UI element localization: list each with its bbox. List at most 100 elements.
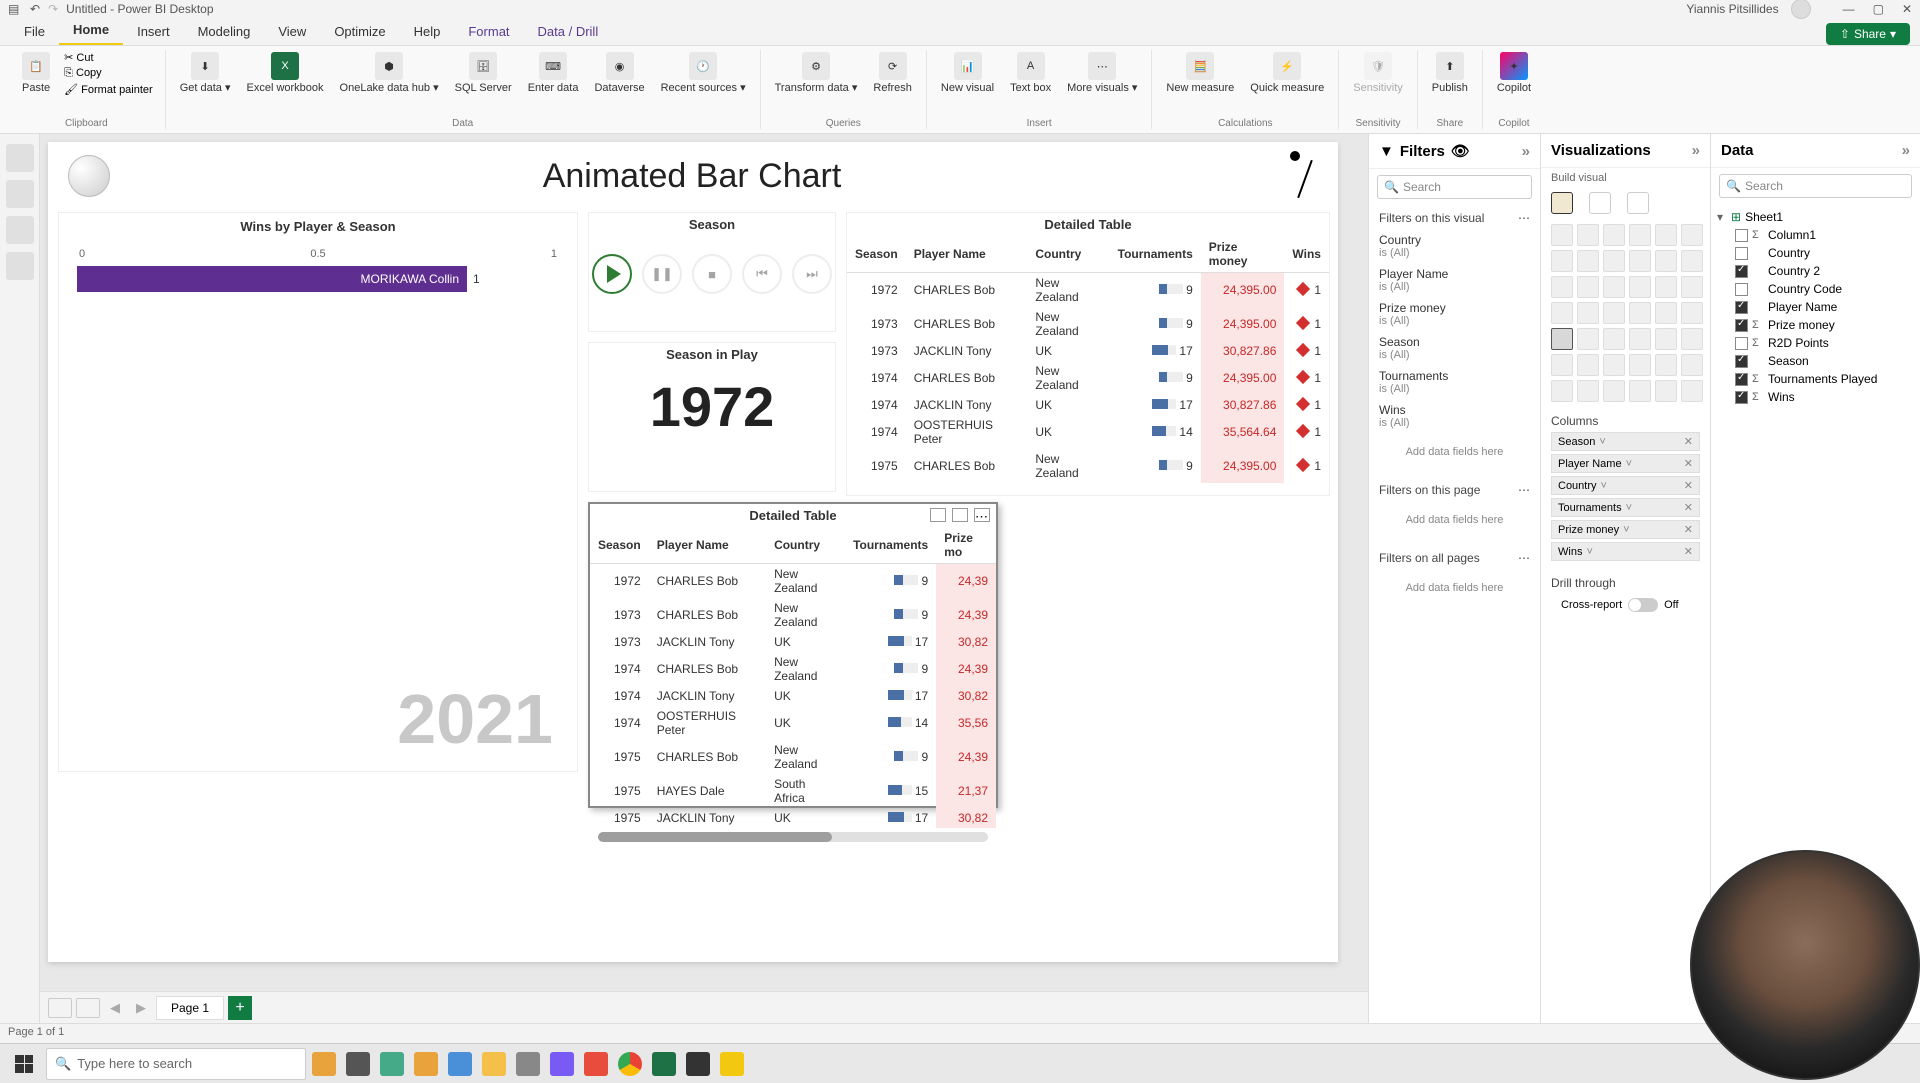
- text-box-button[interactable]: AText box: [1004, 50, 1057, 96]
- table-row[interactable]: 1973CHARLES BobNew Zealand 924,39: [590, 598, 996, 632]
- add-filter-visual[interactable]: Add data fields here: [1379, 433, 1530, 471]
- viz-type-icon[interactable]: [1655, 354, 1677, 376]
- start-button[interactable]: [4, 1048, 44, 1080]
- build-mode-icon[interactable]: [1551, 192, 1573, 214]
- viz-type-icon[interactable]: [1603, 354, 1625, 376]
- task-app-4[interactable]: [444, 1048, 476, 1080]
- close-icon[interactable]: ✕: [1902, 2, 1912, 16]
- viz-type-icon[interactable]: [1681, 380, 1703, 402]
- pause-button[interactable]: ❚❚: [642, 254, 682, 294]
- desktop-layout-icon[interactable]: [48, 998, 72, 1018]
- viz-type-icon[interactable]: [1681, 328, 1703, 350]
- viz-type-icon[interactable]: [1655, 328, 1677, 350]
- onelake-button[interactable]: ⬢OneLake data hub ▾: [334, 50, 445, 96]
- analytics-mode-icon[interactable]: [1627, 192, 1649, 214]
- field-item[interactable]: Country Code: [1717, 280, 1914, 298]
- table-header[interactable]: Season: [590, 527, 649, 564]
- viz-type-icon[interactable]: [1551, 328, 1573, 350]
- table-header[interactable]: Prize money: [1201, 236, 1285, 273]
- add-filter-all[interactable]: Add data fields here: [1379, 569, 1530, 607]
- dax-view-icon[interactable]: [6, 252, 34, 280]
- format-painter-button[interactable]: 🖌 Format painter: [60, 82, 157, 97]
- collapse-viz-icon[interactable]: »: [1692, 142, 1700, 159]
- task-app-2[interactable]: [376, 1048, 408, 1080]
- viz-type-icon[interactable]: [1655, 302, 1677, 324]
- task-app-1[interactable]: [308, 1048, 340, 1080]
- task-app-8[interactable]: [682, 1048, 714, 1080]
- table-row[interactable]: 1975JACKLIN TonyUK 1730,82: [590, 808, 996, 828]
- season-visual[interactable]: Season ❚❚ ■ ⏮ ⏭: [588, 212, 836, 332]
- play-button[interactable]: [592, 254, 632, 294]
- table-row[interactable]: 1973CHARLES BobNew Zealand 924,395.00 1: [847, 307, 1329, 341]
- stop-button[interactable]: ■: [692, 254, 732, 294]
- file-explorer-icon[interactable]: [478, 1048, 510, 1080]
- field-checkbox[interactable]: [1735, 229, 1748, 242]
- viz-type-icon[interactable]: [1603, 224, 1625, 246]
- viz-type-icon[interactable]: [1551, 302, 1573, 324]
- field-checkbox[interactable]: [1735, 337, 1748, 350]
- chrome-icon[interactable]: [614, 1048, 646, 1080]
- table-row[interactable]: 1972CHARLES BobNew Zealand 924,395.00 1: [847, 273, 1329, 308]
- field-pill[interactable]: Country˅✕: [1551, 476, 1700, 495]
- filter-card[interactable]: Tournamentsis (All): [1379, 365, 1530, 399]
- viz-type-icon[interactable]: [1629, 224, 1651, 246]
- viz-type-icon[interactable]: [1603, 302, 1625, 324]
- table-header[interactable]: Prize mo: [936, 527, 996, 564]
- filter-card[interactable]: Winsis (All): [1379, 399, 1530, 433]
- table-header[interactable]: Season: [847, 236, 906, 273]
- field-item[interactable]: ΣWins: [1717, 388, 1914, 406]
- table-node[interactable]: ▾⊞Sheet1: [1717, 208, 1914, 226]
- viz-type-icon[interactable]: [1681, 302, 1703, 324]
- paste-button[interactable]: 📋Paste: [16, 50, 56, 96]
- user-avatar[interactable]: [1791, 0, 1811, 19]
- refresh-button[interactable]: ⟳Refresh: [867, 50, 918, 96]
- cut-button[interactable]: ✂ Cut: [60, 50, 157, 65]
- field-pill[interactable]: Prize money˅✕: [1551, 520, 1700, 539]
- viz-type-icon[interactable]: [1577, 302, 1599, 324]
- viz-type-icon[interactable]: [1629, 302, 1651, 324]
- table-view-icon[interactable]: [6, 180, 34, 208]
- field-pill[interactable]: Season˅✕: [1551, 432, 1700, 451]
- maximize-icon[interactable]: ▢: [1873, 2, 1884, 16]
- undo-icon[interactable]: ↶: [30, 2, 40, 16]
- field-item[interactable]: Country 2: [1717, 262, 1914, 280]
- new-visual-button[interactable]: 📊New visual: [935, 50, 1000, 96]
- cross-report-toggle[interactable]: [1628, 598, 1658, 612]
- viz-type-icon[interactable]: [1681, 224, 1703, 246]
- enter-data-button[interactable]: ⌨Enter data: [522, 50, 585, 96]
- viz-type-icon[interactable]: [1551, 276, 1573, 298]
- tab-optimize[interactable]: Optimize: [320, 18, 399, 45]
- table-header[interactable]: Tournaments: [845, 527, 936, 564]
- field-item[interactable]: Country: [1717, 244, 1914, 262]
- field-item[interactable]: Player Name: [1717, 298, 1914, 316]
- field-checkbox[interactable]: [1735, 319, 1748, 332]
- field-checkbox[interactable]: [1735, 355, 1748, 368]
- field-item[interactable]: ΣR2D Points: [1717, 334, 1914, 352]
- viz-type-icon[interactable]: [1629, 276, 1651, 298]
- prev-button[interactable]: ⏮: [742, 254, 782, 294]
- more-icon[interactable]: ⋯: [974, 508, 990, 522]
- tab-data-drill[interactable]: Data / Drill: [524, 18, 613, 45]
- field-item[interactable]: ΣPrize money: [1717, 316, 1914, 334]
- viz-type-icon[interactable]: [1629, 250, 1651, 272]
- table-row[interactable]: 1974JACKLIN TonyUK 1730,827.86 1: [847, 395, 1329, 415]
- task-view-icon[interactable]: [342, 1048, 374, 1080]
- viz-type-icon[interactable]: [1629, 380, 1651, 402]
- publish-button[interactable]: ⬆Publish: [1426, 50, 1474, 96]
- transform-data-button[interactable]: ⚙Transform data ▾: [769, 50, 864, 96]
- table-row[interactable]: 1975HAYES DaleSouth Africa 1521,37: [590, 774, 996, 808]
- format-mode-icon[interactable]: [1589, 192, 1611, 214]
- viz-type-icon[interactable]: [1551, 224, 1573, 246]
- season-in-play-visual[interactable]: Season in Play 1972: [588, 342, 836, 492]
- tab-view[interactable]: View: [264, 18, 320, 45]
- filter-card[interactable]: Prize moneyis (All): [1379, 297, 1530, 331]
- table-row[interactable]: 1973JACKLIN TonyUK 1730,827.86 1: [847, 341, 1329, 361]
- field-checkbox[interactable]: [1735, 301, 1748, 314]
- report-canvas[interactable]: Animated Bar Chart Wins by Player & Seas…: [48, 142, 1338, 962]
- taskbar-search[interactable]: 🔍 Type here to search: [46, 1048, 306, 1080]
- table-header[interactable]: Tournaments: [1110, 236, 1201, 273]
- viz-type-icon[interactable]: [1603, 328, 1625, 350]
- add-page-button[interactable]: +: [228, 996, 252, 1020]
- recent-sources-button[interactable]: 🕐Recent sources ▾: [655, 50, 752, 96]
- table-row[interactable]: 1974OOSTERHUIS PeterUK 1435,564.64 1: [847, 415, 1329, 449]
